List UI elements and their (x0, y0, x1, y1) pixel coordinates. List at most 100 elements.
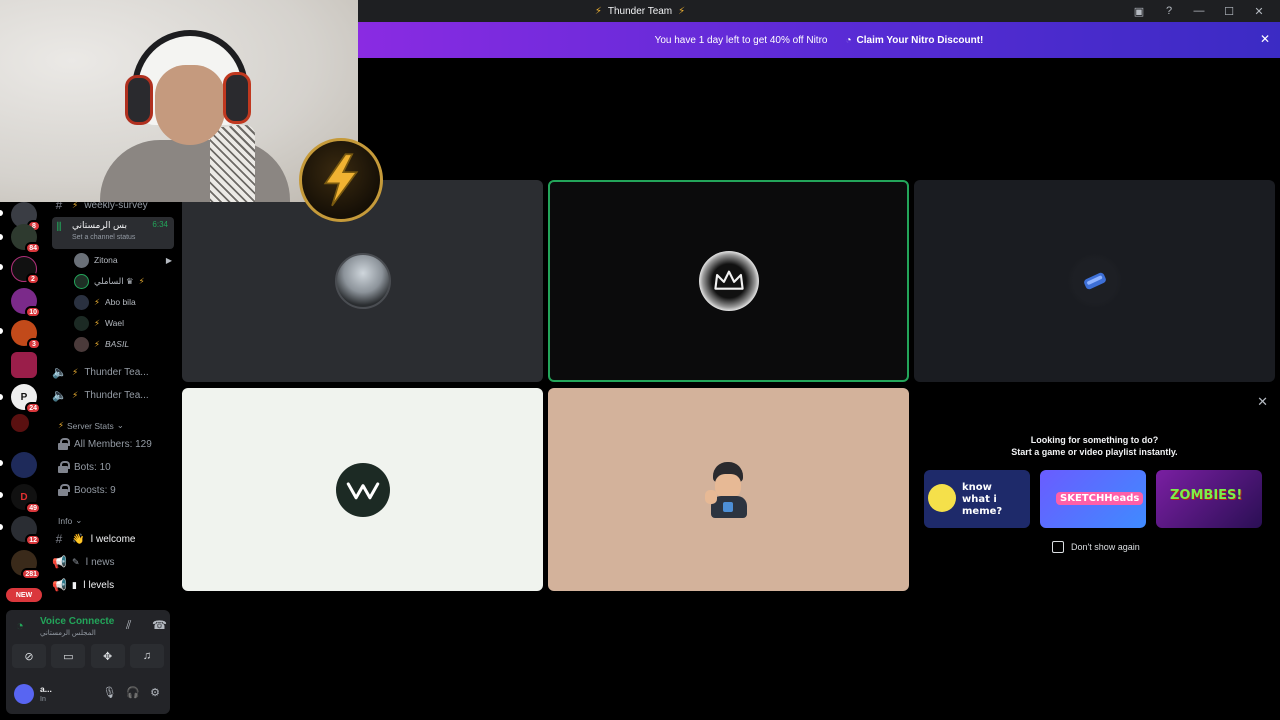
bolt-icon: ⚡ (94, 296, 100, 307)
server-icon[interactable]: 281 (11, 550, 41, 580)
voice-user[interactable]: Zitona ▶ (74, 250, 172, 270)
nitro-icon: ◔ (845, 34, 852, 46)
activity-card[interactable]: ZOMBIES! (1156, 470, 1262, 528)
nitro-banner: You have 1 day left to get 40% off Nitro… (358, 22, 1280, 58)
disconnect-icon[interactable]: ☎ (152, 618, 167, 632)
participant-tile[interactable] (182, 388, 543, 591)
participant-tile[interactable] (548, 388, 909, 591)
checkbox[interactable] (1052, 541, 1064, 553)
voice-channel[interactable]: 🔈 ⚡ Thunder Tea... (52, 385, 174, 405)
window-title: ⚡ Thunder Team ⚡ (595, 6, 685, 17)
server-icon[interactable]: 2 (11, 256, 40, 285)
avatar (701, 460, 757, 520)
speaker-icon: 🔈 (52, 388, 67, 402)
user-status: In (40, 696, 46, 703)
speaker-icon: 🔈 (52, 365, 67, 379)
bolt-icon: ⚡ (72, 389, 79, 400)
channel-news[interactable]: 📢 ✎ ا news (52, 552, 174, 572)
channel-status-prompt[interactable]: Set a channel status (72, 234, 168, 241)
channel-levels[interactable]: 📢 ▮ ا levels (52, 575, 174, 595)
active-voice-channel[interactable]: ⦀ بس الرمستاني 6:34 Set a channel status (52, 217, 174, 249)
voice-user[interactable]: ⚡ Wael (74, 313, 172, 333)
close-window-button[interactable]: ✕ (1244, 0, 1274, 22)
minimize-button[interactable]: — (1184, 0, 1214, 22)
participant-tile[interactable] (914, 180, 1275, 382)
playstation-icon: ▶ (165, 255, 172, 265)
lock-icon (58, 484, 70, 496)
server-icon[interactable]: 12 (11, 516, 41, 546)
nitro-banner-message: You have 1 day left to get 40% off Nitro (654, 34, 828, 46)
wave-icon: 👋 (72, 533, 85, 545)
soundboard-button[interactable]: ♫ (129, 644, 164, 668)
voice-panel: ◔ Voice Connected المجلس الرمستاني ⫽ ☎ ⊘… (6, 610, 170, 674)
participant-tile-speaking[interactable] (548, 180, 909, 382)
close-icon[interactable]: ✕ (1257, 394, 1268, 410)
voice-activity-icon: ⦀ (56, 220, 62, 234)
megaphone-icon: 📢 (52, 578, 67, 592)
server-icon[interactable]: 3 (11, 320, 41, 350)
screen-share-button[interactable]: ▭ (51, 644, 86, 668)
server-icon[interactable]: 84 (11, 224, 41, 254)
camera-off-button[interactable]: ⊘ (12, 644, 46, 668)
activity-card[interactable]: SKETCHHeads (1040, 470, 1146, 528)
voice-channel[interactable]: 🔈 ⚡ Thunder Tea... (52, 362, 174, 382)
thunder-team-logo (299, 138, 383, 222)
category-server-stats[interactable]: ⚡ Server Stats ⌄ (58, 420, 124, 431)
help-icon[interactable]: ? (1154, 0, 1184, 22)
channel-name: ا welcome (90, 533, 136, 545)
activities-button[interactable]: ✥ (90, 644, 125, 668)
channel-welcome[interactable]: # 👋 ا welcome (52, 529, 174, 549)
stat-channel[interactable]: All Members: 129 (58, 438, 152, 450)
channel-list: # ⚡ weekly-survey ⦀ بس الرمستاني 6:34 Se… (48, 195, 176, 607)
avatar[interactable] (14, 684, 34, 704)
promo-text: Looking for something to do? Start a gam… (1011, 435, 1178, 457)
bolt-icon: ⚡ (594, 5, 602, 17)
hash-icon: # (55, 532, 63, 546)
titlebar-controls: ▣ ? — ☐ ✕ (1124, 0, 1274, 22)
server-icon[interactable] (11, 452, 37, 478)
channel-name: ا levels (82, 579, 115, 591)
headphones-icon[interactable]: 🎧 (126, 686, 140, 699)
streamer-video (60, 10, 290, 202)
username[interactable]: a... (40, 684, 52, 694)
bolt-icon: ⚡ (678, 5, 686, 17)
chevron-down-icon: ⌄ (116, 420, 124, 430)
microphone-icon[interactable]: 🎙 (102, 686, 116, 699)
bolt-icon: ⚡ (94, 338, 100, 349)
avatar (334, 253, 391, 309)
stat-channel[interactable]: Boosts: 9 (58, 484, 116, 496)
avatar (698, 251, 759, 311)
voice-user[interactable]: الساملي ♛ ⚡ (74, 271, 172, 291)
server-icon[interactable]: D 49 (11, 484, 41, 514)
maximize-button[interactable]: ☐ (1214, 0, 1244, 22)
news-icon: ✎ (72, 556, 80, 567)
voice-user[interactable]: ⚡ Abo bila (74, 292, 172, 312)
gear-icon[interactable]: ⚙ (150, 686, 160, 699)
bolt-icon: ⚡ (94, 317, 100, 328)
server-icon[interactable] (11, 414, 29, 432)
server-icon[interactable]: 10 (11, 288, 41, 318)
stat-channel[interactable]: Bots: 10 (58, 461, 111, 473)
voice-channel-name[interactable]: المجلس الرمستاني (40, 629, 96, 637)
avatar (335, 462, 390, 517)
activity-list: know what i meme? SKETCHHeads ZOMBIES! (924, 470, 1264, 528)
user-panel: a... In 🎙 🎧 ⚙ (6, 674, 170, 714)
activity-card[interactable]: know what i meme? (924, 470, 1030, 528)
voice-user[interactable]: ⚡ BASIL (74, 334, 172, 354)
dont-show-again-checkbox[interactable]: Don't show again (1052, 541, 1140, 553)
close-icon[interactable]: ✕ (1260, 32, 1270, 46)
chevron-down-icon: ⌄ (75, 515, 83, 525)
noise-suppression-icon[interactable]: ⫽ (126, 618, 131, 633)
claim-nitro-button[interactable]: ◔ Claim Your Nitro Discount! (845, 35, 983, 46)
avatar (1066, 253, 1123, 309)
voice-status[interactable]: Voice Connected (40, 616, 114, 627)
inbox-icon[interactable]: ▣ (1124, 0, 1154, 22)
server-icon[interactable]: P 24 (11, 384, 41, 414)
new-badge: NEW (6, 588, 42, 602)
category-info[interactable]: Info ⌄ (58, 515, 82, 526)
lock-icon (58, 438, 70, 450)
bolt-icon: ⚡ (58, 420, 64, 430)
activity-promo: ✕ Looking for something to do? Start a g… (914, 388, 1275, 591)
server-icon[interactable] (11, 352, 37, 378)
signal-icon[interactable]: ◔ (16, 618, 24, 633)
